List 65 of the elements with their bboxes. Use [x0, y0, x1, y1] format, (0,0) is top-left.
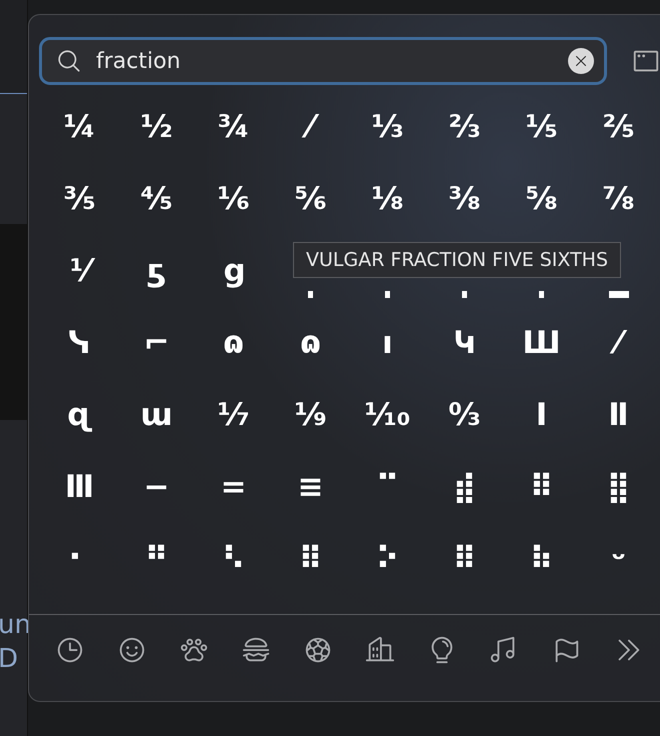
- character-cell[interactable]: ¾: [195, 91, 272, 163]
- character-cell[interactable]: ⅑: [272, 379, 349, 451]
- character-cell[interactable]: ⠕: [349, 523, 426, 595]
- clock-icon[interactable]: [55, 635, 85, 665]
- close-icon: [573, 53, 589, 69]
- character-cell[interactable]: ⠂: [41, 523, 118, 595]
- character-cell[interactable]: ⅕: [503, 91, 580, 163]
- character-cell[interactable]: ⅚: [272, 163, 349, 235]
- search-input[interactable]: fraction: [94, 48, 556, 74]
- search-icon: [56, 48, 82, 74]
- character-cell[interactable]: ⠿: [503, 451, 580, 523]
- character-cell[interactable]: ≡: [272, 451, 349, 523]
- tooltip: VULGAR FRACTION FIVE SIXTHS: [293, 242, 622, 278]
- glyph-fragment: [462, 290, 467, 298]
- character-cell[interactable]: ⅞: [580, 163, 657, 235]
- character-cell[interactable]: ⠿: [426, 523, 503, 595]
- character-cell[interactable]: ⁄: [580, 307, 657, 379]
- character-cell[interactable]: ⅜: [426, 163, 503, 235]
- character-cell[interactable]: ı: [349, 307, 426, 379]
- character-cell[interactable]: ց: [195, 235, 272, 307]
- character-cell[interactable]: ⁄: [272, 91, 349, 163]
- glyph-fragment: [385, 290, 390, 298]
- character-cell[interactable]: ⠣: [195, 523, 272, 595]
- character-cell[interactable]: ⅙: [195, 163, 272, 235]
- character-cell[interactable]: ⠛: [118, 523, 195, 595]
- glyph-fragment: [608, 290, 628, 298]
- character-cell[interactable]: ᵕ: [580, 523, 657, 595]
- character-cell[interactable]: Ⅰ: [503, 379, 580, 451]
- character-cell[interactable]: Ⅲ: [41, 451, 118, 523]
- character-cell[interactable]: ⅗: [41, 163, 118, 235]
- background-text: D: [0, 644, 20, 674]
- smiley-icon[interactable]: [117, 635, 147, 665]
- search-field[interactable]: fraction: [39, 37, 607, 85]
- character-cell[interactable]: ⣾: [426, 451, 503, 523]
- character-cell[interactable]: ⠉: [349, 451, 426, 523]
- character-cell[interactable]: ɋ: [41, 379, 118, 451]
- character-cell[interactable]: ⅒: [349, 379, 426, 451]
- character-cell[interactable]: ƽ: [118, 235, 195, 307]
- character-cell[interactable]: ↉: [426, 379, 503, 451]
- character-cell[interactable]: ⠿: [272, 523, 349, 595]
- character-cell[interactable]: −: [118, 451, 195, 523]
- character-cell[interactable]: ɯ: [118, 379, 195, 451]
- character-cell[interactable]: ⅖: [580, 91, 657, 163]
- character-cell[interactable]: Ⅱ: [580, 379, 657, 451]
- clear-button[interactable]: [568, 48, 594, 74]
- character-cell[interactable]: ⅟: [41, 235, 118, 307]
- character-cell[interactable]: =: [195, 451, 272, 523]
- character-cell[interactable]: ½: [118, 91, 195, 163]
- character-cell[interactable]: ¼: [41, 91, 118, 163]
- glyph-fragment: [539, 290, 544, 298]
- glyph-fragment: [308, 290, 313, 298]
- character-cell[interactable]: ⅝: [503, 163, 580, 235]
- character-cell[interactable]: ⅐: [195, 379, 272, 451]
- character-cell[interactable]: ⅛: [349, 163, 426, 235]
- character-cell[interactable]: ⣿: [580, 451, 657, 523]
- character-cell[interactable]: ᓭ: [41, 307, 118, 379]
- character-cell[interactable]: ⠷: [503, 523, 580, 595]
- character-cell[interactable]: ⅔: [426, 91, 503, 163]
- character-cell[interactable]: ⌐: [118, 307, 195, 379]
- character-cell[interactable]: Ш: [503, 307, 580, 379]
- character-cell[interactable]: ⅘: [118, 163, 195, 235]
- character-cell[interactable]: Կ: [426, 307, 503, 379]
- character-cell[interactable]: ɷ: [195, 307, 272, 379]
- character-cell[interactable]: ɷ: [272, 307, 349, 379]
- character-cell[interactable]: ⅓: [349, 91, 426, 163]
